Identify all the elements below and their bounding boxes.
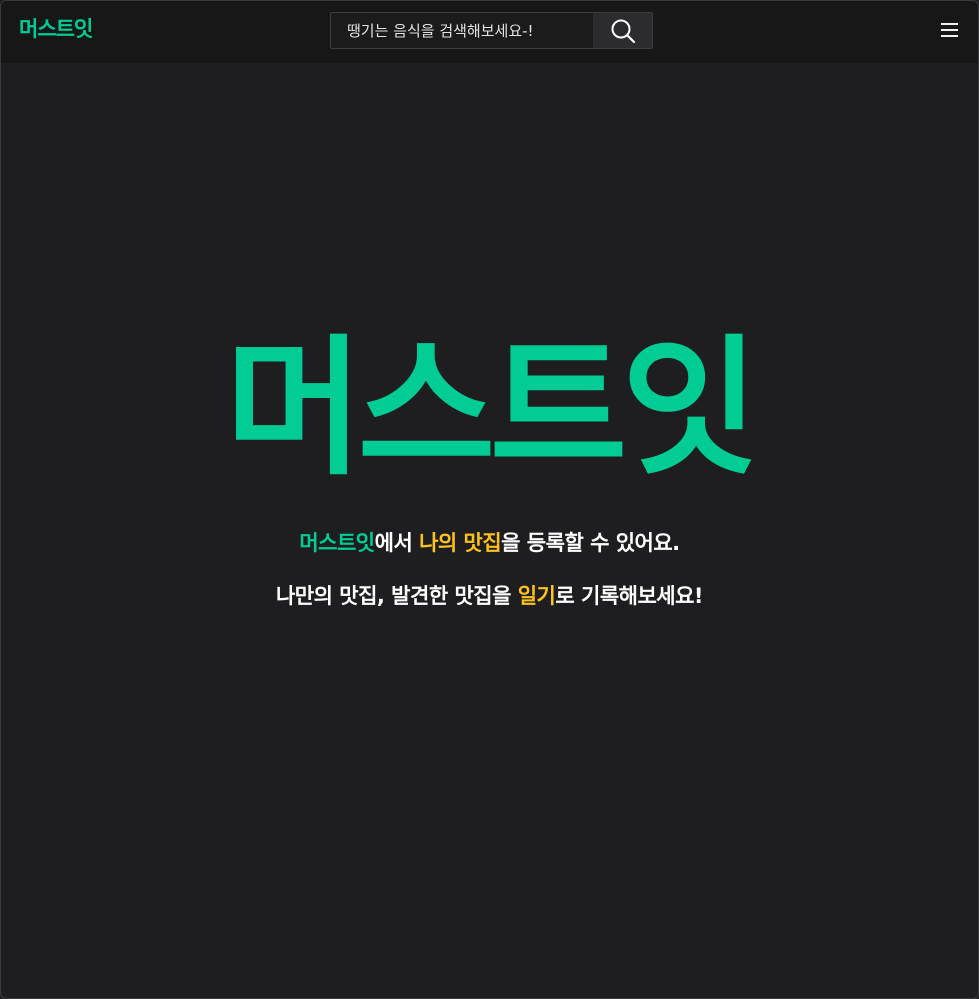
header: 머스트잇 <box>1 1 978 63</box>
hero-description-line-1: 머스트잇에서 나의 맛집을 등록할 수 있어요. <box>1 527 978 557</box>
search-button[interactable] <box>593 13 652 48</box>
description-text: 로 기록해보세요! <box>555 584 704 608</box>
highlight-text: 일기 <box>517 584 556 608</box>
app-frame: 머스트잇 머스트잇 머스트잇에서 나의 맛집을 등록할 수 있어요. 나만의 맛… <box>0 0 979 999</box>
search-input[interactable] <box>331 13 594 48</box>
search-bar <box>330 12 653 49</box>
hero-description-line-2: 나만의 맛집, 발견한 맛집을 일기로 기록해보세요! <box>1 580 978 610</box>
highlight-text: 나의 맛집 <box>419 531 502 555</box>
description-text: 을 등록할 수 있어요. <box>501 531 680 555</box>
brand-name: 머스트잇 <box>299 531 375 555</box>
menu-button[interactable] <box>939 20 961 40</box>
description-text: 에서 <box>374 531 420 555</box>
search-icon <box>611 19 635 43</box>
hero-title: 머스트잇 <box>225 322 759 496</box>
description-text: 나만의 맛집, 발견한 맛집을 <box>275 584 518 608</box>
logo[interactable]: 머스트잇 <box>19 13 93 43</box>
